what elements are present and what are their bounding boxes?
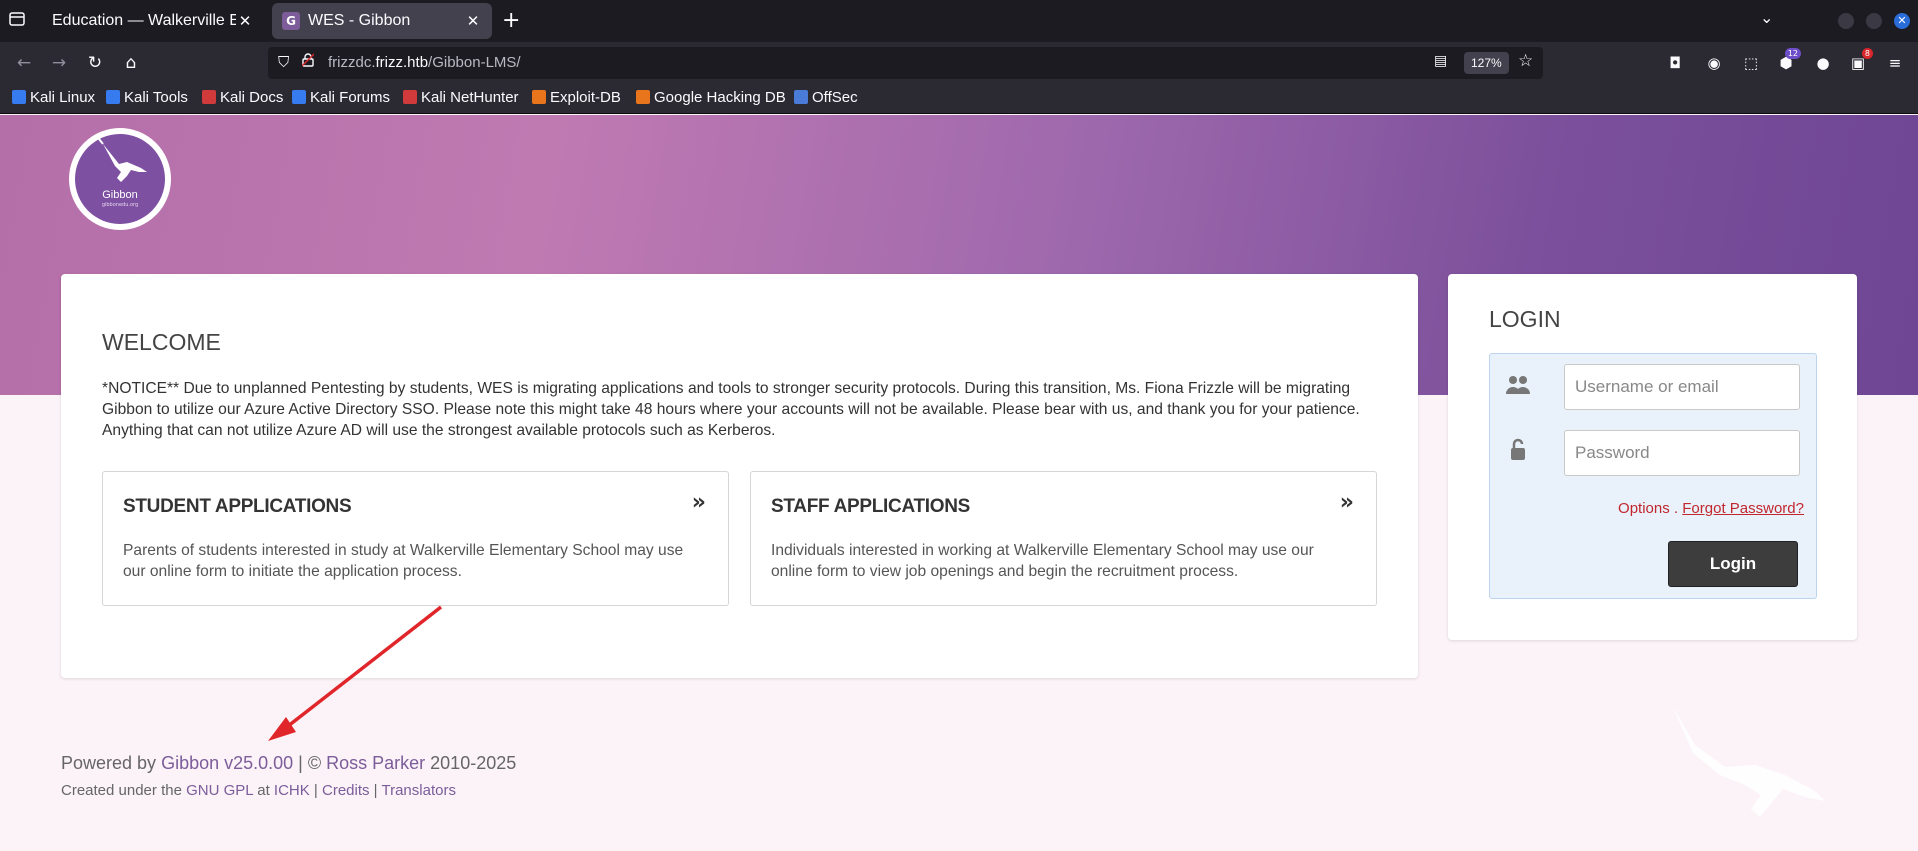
translators-link[interactable]: Translators [381, 782, 455, 799]
username-input[interactable] [1564, 364, 1800, 410]
new-tab-icon[interactable]: + [502, 8, 520, 33]
staff-applications-box[interactable]: STAFF APPLICATIONS » Individuals interes… [750, 471, 1377, 606]
bookmark-google-hacking-db[interactable]: Google Hacking DB [636, 89, 786, 106]
footer-credits: Created under the GNU GPL at ICHK | Cred… [61, 782, 456, 799]
author-link[interactable]: Ross Parker [326, 753, 425, 773]
ichk-link[interactable]: ICHK [274, 782, 310, 799]
bookmark-kali-tools[interactable]: Kali Tools [106, 89, 188, 106]
gibbon-figure-icon [98, 138, 147, 182]
chevron-down-icon[interactable]: ⌄ [1760, 8, 1773, 27]
navigation-bar: ← → ↻ ⌂ ⛉ frizzdc.frizz.htb/Gibbon-LMS/ … [0, 42, 1918, 84]
password-input[interactable] [1564, 430, 1800, 476]
student-applications-desc: Parents of students interested in study … [123, 542, 684, 580]
footer-powered-by: Powered by Gibbon v25.0.00 | © Ross Park… [61, 753, 517, 773]
account-icon[interactable]: ◉ [1703, 52, 1725, 74]
kali-forums-icon [292, 90, 306, 104]
extension-badge-icon[interactable]: ⬢ 12 [1775, 48, 1801, 74]
logo-circle: Gibbon gibbonedu.org [75, 134, 165, 224]
reload-icon[interactable]: ↻ [83, 51, 107, 75]
gibbon-version-link[interactable]: Gibbon v25.0.00 [161, 753, 293, 773]
bookmark-offsec[interactable]: OffSec [794, 89, 858, 106]
tab-overview-icon[interactable] [9, 12, 31, 30]
gibbon-silhouette-icon [1673, 707, 1825, 817]
users-icon [1505, 374, 1531, 400]
kali-icon [12, 90, 26, 104]
login-form: Options . Forgot Password? Login [1489, 353, 1817, 599]
bookmark-kali-docs[interactable]: Kali Docs [202, 89, 283, 106]
login-title: LOGIN [1489, 306, 1561, 332]
ghdb-icon [636, 90, 650, 104]
notice-text: *NOTICE** Due to unplanned Pentesting by… [102, 380, 1360, 439]
login-card: LOGIN Options . Forgot Password? Login [1448, 274, 1857, 640]
student-applications-box[interactable]: STUDENT APPLICATIONS » Parents of studen… [102, 471, 729, 606]
notification-icon[interactable]: ▣ 8 [1847, 48, 1873, 74]
menu-icon[interactable]: ≡ [1884, 52, 1906, 74]
bookmark-kali-forums[interactable]: Kali Forums [292, 89, 390, 106]
offsec-icon [794, 90, 808, 104]
tab-bar: Education — Walkerville Elementary Schoo… [0, 0, 1918, 42]
forgot-password-link[interactable]: Forgot Password? [1682, 500, 1804, 517]
pocket-icon[interactable]: ◘ [1664, 52, 1686, 74]
tab-title: Education — Walkerville Elementary Schoo… [52, 12, 236, 29]
double-chevron-right-icon[interactable]: » [1340, 490, 1354, 515]
tab-education[interactable]: Education — Walkerville Elementary Schoo… [42, 3, 264, 39]
close-icon[interactable]: ✕ [464, 12, 482, 30]
back-icon[interactable]: ← [12, 51, 36, 75]
options-link[interactable]: Options [1618, 500, 1670, 517]
zoom-level[interactable]: 127% [1464, 52, 1509, 74]
nethunter-icon [403, 90, 417, 104]
close-icon[interactable]: ✕ [236, 12, 254, 30]
double-chevron-right-icon[interactable]: » [692, 490, 706, 515]
exploit-db-icon [532, 90, 546, 104]
cookie-icon[interactable]: ● [1812, 52, 1834, 74]
badge-count: 12 [1784, 48, 1801, 59]
logo-name: Gibbon [102, 189, 138, 201]
url-bar[interactable]: ⛉ frizzdc.frizz.htb/Gibbon-LMS/ ▤ 127% ☆ [268, 47, 1543, 79]
login-button[interactable]: Login [1668, 541, 1798, 587]
welcome-card: WELCOME *NOTICE** Due to unplanned Pente… [61, 274, 1418, 678]
logo-sub: gibbonedu.org [101, 202, 139, 208]
welcome-title: WELCOME [102, 329, 221, 355]
minimize-icon[interactable] [1838, 13, 1854, 29]
lock-icon [1505, 438, 1531, 464]
kali-tools-icon [106, 90, 120, 104]
bookmark-star-icon[interactable]: ☆ [1518, 51, 1533, 71]
gpl-link[interactable]: GNU GPL [186, 782, 253, 799]
login-links: Options . Forgot Password? [1618, 500, 1804, 517]
maximize-icon[interactable] [1866, 13, 1882, 29]
tab-wes-gibbon[interactable]: G WES - Gibbon ✕ [272, 3, 492, 39]
home-icon[interactable]: ⌂ [119, 51, 143, 75]
extensions-icon[interactable]: ⬚ [1740, 52, 1762, 74]
url-text[interactable]: frizzdc.frizz.htb/Gibbon-LMS/ [328, 54, 521, 71]
credits-link[interactable]: Credits [322, 782, 370, 799]
gibbon-logo[interactable]: Gibbon gibbonedu.org [69, 128, 171, 230]
student-applications-title: STUDENT APPLICATIONS [123, 496, 352, 517]
reader-view-icon[interactable]: ▤ [1434, 53, 1447, 69]
bookmarks-toolbar: Kali Linux Kali Tools Kali Docs Kali For… [0, 84, 1918, 114]
window-close-icon[interactable]: ✕ [1894, 13, 1910, 29]
bookmark-kali-nethunter[interactable]: Kali NetHunter [403, 89, 519, 106]
bookmark-kali-linux[interactable]: Kali Linux [12, 89, 95, 106]
kali-docs-icon [202, 90, 216, 104]
badge-count: 8 [1861, 48, 1873, 59]
staff-applications-title: STAFF APPLICATIONS [771, 496, 971, 517]
gibbon-favicon-icon: G [282, 12, 300, 30]
staff-applications-desc: Individuals interested in working at Wal… [771, 542, 1314, 580]
lock-icon[interactable] [301, 53, 315, 71]
tab-title: WES - Gibbon [308, 12, 411, 29]
shield-icon[interactable]: ⛉ [278, 53, 289, 71]
bookmark-exploit-db[interactable]: Exploit-DB [532, 89, 621, 106]
forward-icon[interactable]: → [47, 51, 71, 75]
page-content: Gibbon gibbonedu.org WELCOME *NOTICE** D… [0, 115, 1918, 851]
